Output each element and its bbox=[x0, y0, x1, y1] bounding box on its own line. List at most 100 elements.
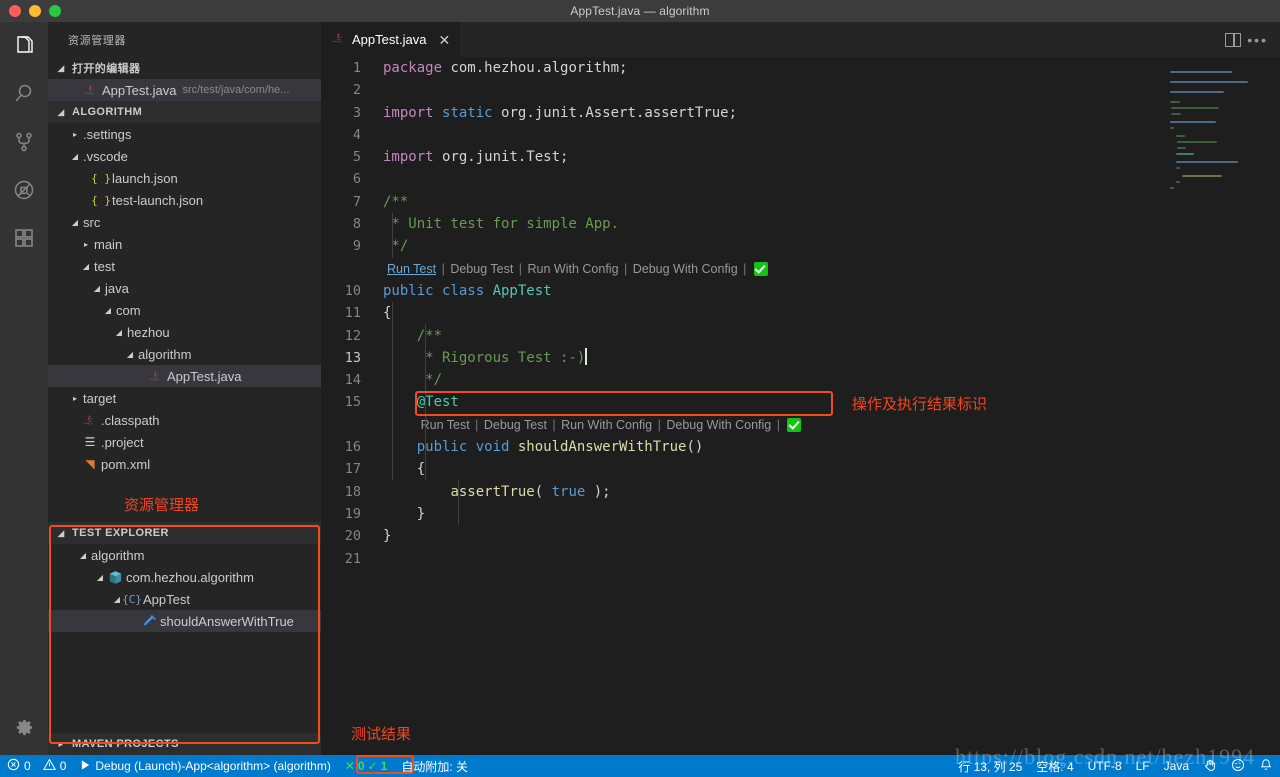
code-line[interactable]: */ bbox=[383, 235, 1280, 257]
code-line[interactable]: } bbox=[383, 525, 1280, 547]
code-line[interactable]: * Rigorous Test :-) bbox=[383, 347, 1280, 369]
split-editor-icon[interactable] bbox=[1225, 32, 1242, 47]
status-notifications[interactable] bbox=[1252, 755, 1280, 777]
activity-item-run-and-debug[interactable] bbox=[0, 166, 48, 214]
tree-item-algorithm[interactable]: ◢ algorithm bbox=[48, 343, 321, 365]
code-line[interactable]: @Test bbox=[383, 391, 1280, 413]
tree-item-shouldanswerwithtrue[interactable]: shouldAnswerWithTrue bbox=[48, 610, 321, 632]
code-line[interactable] bbox=[383, 124, 1280, 146]
code-content[interactable]: package com.hezhou.algorithm; import sta… bbox=[383, 57, 1280, 570]
open-editor-item-apptest[interactable]: AppTest.java src/test/java/com/he... bbox=[48, 79, 321, 101]
code-line[interactable]: package com.hezhou.algorithm; bbox=[383, 57, 1280, 79]
code-line[interactable]: { bbox=[383, 302, 1280, 324]
close-window-button[interactable] bbox=[9, 5, 21, 17]
codelens-debug-with-config[interactable]: Debug With Config bbox=[633, 262, 738, 276]
chevron-down-icon[interactable]: ◢ bbox=[91, 284, 103, 293]
chevron-right-icon[interactable]: ▸ bbox=[80, 240, 92, 249]
code-line[interactable]: /** bbox=[383, 325, 1280, 347]
codelens-run-test[interactable]: Run Test bbox=[387, 262, 436, 276]
codelens-run-with-config[interactable]: Run With Config bbox=[561, 418, 652, 432]
tree-item-pom.xml[interactable]: ◥ pom.xml bbox=[48, 453, 321, 475]
chevron-down-icon[interactable]: ◢ bbox=[113, 328, 125, 337]
activity-item-search[interactable] bbox=[0, 70, 48, 118]
window-controls[interactable] bbox=[9, 0, 61, 22]
status-problems[interactable]: 0 0 bbox=[0, 755, 73, 777]
code-area[interactable]: 1 2 3 4 5 6 7 8 9 10 11 12 13 14 15 16 17 18 19 20 21 packag… bbox=[321, 57, 1280, 755]
code-line[interactable]: public class AppTest bbox=[383, 280, 1280, 302]
status-test-results[interactable]: ✕ 0 ✓ 1 bbox=[338, 755, 395, 777]
code-line[interactable]: /** bbox=[383, 191, 1280, 213]
tree-item-java[interactable]: ◢ java bbox=[48, 277, 321, 299]
tree-item-launch.json[interactable]: { } launch.json bbox=[48, 167, 321, 189]
code-line[interactable] bbox=[383, 168, 1280, 190]
code-line[interactable] bbox=[383, 79, 1280, 101]
code-token: ( bbox=[534, 483, 552, 500]
section-test-explorer[interactable]: ◢ TEST EXPLORER bbox=[48, 522, 321, 544]
tab-close-icon[interactable]: ✕ bbox=[438, 33, 450, 47]
status-cursor-position[interactable]: 行 13, 列 25 bbox=[951, 755, 1029, 777]
tree-item-.settings[interactable]: ▸ .settings bbox=[48, 123, 321, 145]
tree-item-main[interactable]: ▸ main bbox=[48, 233, 321, 255]
chevron-down-icon[interactable]: ◢ bbox=[69, 218, 81, 227]
code-line[interactable]: { bbox=[383, 458, 1280, 480]
tree-item-apptest[interactable]: ◢ {C} AppTest bbox=[48, 588, 321, 610]
tree-item-com[interactable]: ◢ com bbox=[48, 299, 321, 321]
chevron-down-icon[interactable]: ◢ bbox=[124, 350, 136, 359]
chevron-down-icon[interactable]: ◢ bbox=[77, 551, 89, 560]
status-feedback[interactable] bbox=[1196, 755, 1224, 777]
code-line[interactable]: import org.junit.Test; bbox=[383, 146, 1280, 168]
tree-item-.project[interactable]: ☰ .project bbox=[48, 431, 321, 453]
section-algorithm[interactable]: ◢ ALGORITHM bbox=[48, 101, 321, 123]
code-line[interactable]: } bbox=[383, 503, 1280, 525]
codelens-bar[interactable]: Run Test | Debug Test | Run With Config … bbox=[383, 258, 1280, 280]
status-eol[interactable]: LF bbox=[1129, 755, 1157, 777]
tree-item-algorithm[interactable]: ◢ algorithm bbox=[48, 544, 321, 566]
code-line[interactable]: public void shouldAnswerWithTrue() bbox=[383, 436, 1280, 458]
status-debug-config[interactable]: Debug (Launch)-App<algorithm> (algorithm… bbox=[73, 755, 337, 777]
activity-item-source-control[interactable] bbox=[0, 118, 48, 166]
code-line[interactable]: assertTrue( true ); bbox=[383, 481, 1280, 503]
tree-item-test[interactable]: ◢ test bbox=[48, 255, 321, 277]
section-maven-projects[interactable]: ▸ MAVEN PROJECTS bbox=[48, 733, 321, 755]
codelens-run-with-config[interactable]: Run With Config bbox=[528, 262, 619, 276]
code-token: import bbox=[383, 104, 443, 121]
status-auto-attach[interactable]: 自动附加: 关 bbox=[394, 755, 475, 777]
codelens-debug-test[interactable]: Debug Test bbox=[484, 418, 547, 432]
codelens-debug-with-config[interactable]: Debug With Config bbox=[666, 418, 771, 432]
activity-item-explorer[interactable] bbox=[0, 22, 48, 70]
code-line[interactable]: * Unit test for simple App. bbox=[383, 213, 1280, 235]
minimize-window-button[interactable] bbox=[29, 5, 41, 17]
chevron-right-icon[interactable]: ▸ bbox=[69, 130, 81, 139]
chevron-down-icon[interactable]: ◢ bbox=[80, 262, 92, 271]
status-encoding[interactable]: UTF-8 bbox=[1081, 755, 1129, 777]
maximize-window-button[interactable] bbox=[49, 5, 61, 17]
tree-item-hezhou[interactable]: ◢ hezhou bbox=[48, 321, 321, 343]
activity-item-extensions[interactable] bbox=[0, 214, 48, 262]
status-smiley[interactable] bbox=[1224, 755, 1252, 777]
codelens-run-test[interactable]: Run Test bbox=[421, 418, 470, 432]
editor-scrollbar[interactable] bbox=[1266, 57, 1280, 755]
status-indentation[interactable]: 空格: 4 bbox=[1029, 755, 1080, 777]
more-actions-icon[interactable]: ••• bbox=[1247, 33, 1268, 47]
status-language-mode[interactable]: Java bbox=[1157, 755, 1196, 777]
codelens-debug-test[interactable]: Debug Test bbox=[450, 262, 513, 276]
tree-item-src[interactable]: ◢ src bbox=[48, 211, 321, 233]
tree-item-target[interactable]: ▸ target bbox=[48, 387, 321, 409]
chevron-right-icon[interactable]: ▸ bbox=[69, 394, 81, 403]
tree-item-.vscode[interactable]: ◢ .vscode bbox=[48, 145, 321, 167]
chevron-down-icon[interactable]: ◢ bbox=[94, 573, 106, 582]
activity-item-manage[interactable] bbox=[0, 703, 48, 751]
minimap[interactable] bbox=[1156, 57, 1266, 755]
tree-item-com.hezhou.algorithm[interactable]: ◢ com.hezhou.algorithm bbox=[48, 566, 321, 588]
section-open-editors[interactable]: ◢ 打开的编辑器 bbox=[48, 57, 321, 79]
chevron-down-icon[interactable]: ◢ bbox=[102, 306, 114, 315]
code-line[interactable]: */ bbox=[383, 369, 1280, 391]
codelens-bar[interactable]: Run Test | Debug Test | Run With Config … bbox=[383, 414, 1280, 436]
code-line[interactable]: import static org.junit.Assert.assertTru… bbox=[383, 102, 1280, 124]
tree-item-apptest.java[interactable]: AppTest.java bbox=[48, 365, 321, 387]
tree-item-.classpath[interactable]: .classpath bbox=[48, 409, 321, 431]
tab-apptest-java[interactable]: AppTest.java ✕ bbox=[321, 22, 461, 57]
code-line[interactable] bbox=[383, 548, 1280, 570]
chevron-down-icon[interactable]: ◢ bbox=[69, 152, 81, 161]
tree-item-test-launch.json[interactable]: { } test-launch.json bbox=[48, 189, 321, 211]
